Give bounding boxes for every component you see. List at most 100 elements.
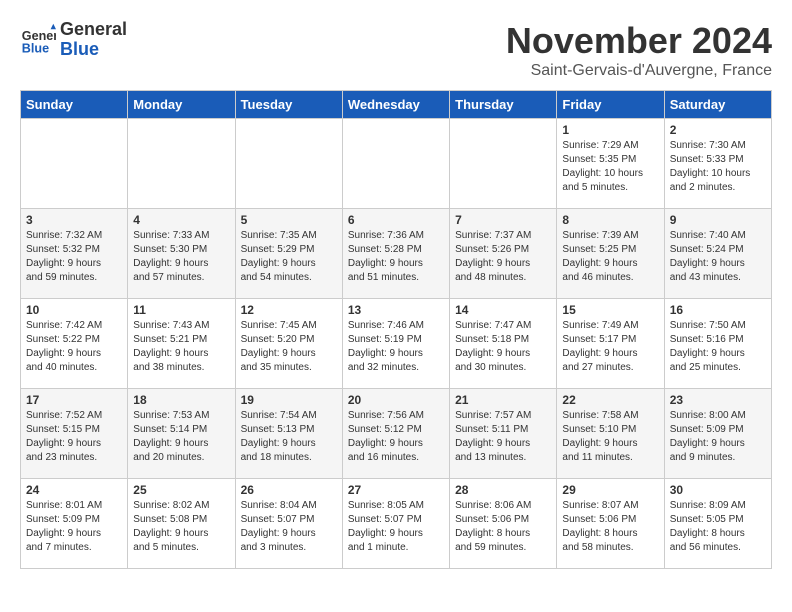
day-info: Sunrise: 7:36 AM Sunset: 5:28 PM Dayligh… [348,229,444,285]
page-header: General Blue General Blue November 2024 … [20,20,772,80]
day-number: 1 [562,123,658,137]
logo-line1: General [60,20,127,40]
calendar-cell: 11 Sunrise: 7:43 AM Sunset: 5:21 PM Dayli… [128,299,235,389]
calendar-table: SundayMondayTuesdayWednesdayThursdayFrid… [20,90,772,569]
day-number: 17 [26,393,122,407]
day-info: Sunrise: 7:33 AM Sunset: 5:30 PM Dayligh… [133,229,229,285]
calendar-cell: 12 Sunrise: 7:45 AM Sunset: 5:20 PM Dayli… [235,299,342,389]
calendar-week-row: 10 Sunrise: 7:42 AM Sunset: 5:22 PM Dayli… [21,299,772,389]
day-number: 19 [241,393,337,407]
day-number: 30 [670,483,766,497]
calendar-week-row: 17 Sunrise: 7:52 AM Sunset: 5:15 PM Dayli… [21,389,772,479]
day-info: Sunrise: 7:32 AM Sunset: 5:32 PM Dayligh… [26,229,122,285]
calendar-cell: 4 Sunrise: 7:33 AM Sunset: 5:30 PM Daylig… [128,209,235,299]
calendar-cell: 18 Sunrise: 7:53 AM Sunset: 5:14 PM Dayli… [128,389,235,479]
day-number: 8 [562,213,658,227]
calendar-cell: 16 Sunrise: 7:50 AM Sunset: 5:16 PM Dayli… [664,299,771,389]
calendar-cell: 30 Sunrise: 8:09 AM Sunset: 5:05 PM Dayli… [664,479,771,569]
calendar-cell: 15Sunrise: 7:49 AM Sunset: 5:17 PM Dayli… [557,299,664,389]
logo: General Blue General Blue [20,20,127,60]
calendar-week-row: 3Sunrise: 7:32 AM Sunset: 5:32 PM Daylig… [21,209,772,299]
calendar-cell: 6 Sunrise: 7:36 AM Sunset: 5:28 PM Daylig… [342,209,449,299]
calendar-cell: 13 Sunrise: 7:46 AM Sunset: 5:19 PM Dayli… [342,299,449,389]
day-number: 15 [562,303,658,317]
day-info: Sunrise: 8:05 AM Sunset: 5:07 PM Dayligh… [348,499,444,555]
weekday-header: Monday [128,91,235,119]
day-number: 26 [241,483,337,497]
day-number: 4 [133,213,229,227]
day-info: Sunrise: 8:02 AM Sunset: 5:08 PM Dayligh… [133,499,229,555]
day-info: Sunrise: 7:42 AM Sunset: 5:22 PM Dayligh… [26,319,122,375]
day-info: Sunrise: 7:43 AM Sunset: 5:21 PM Dayligh… [133,319,229,375]
logo-icon: General Blue [20,22,56,58]
calendar-cell: 27Sunrise: 8:05 AM Sunset: 5:07 PM Dayli… [342,479,449,569]
calendar-cell: 26 Sunrise: 8:04 AM Sunset: 5:07 PM Dayli… [235,479,342,569]
location-subtitle: Saint-Gervais-d'Auvergne, France [506,62,772,80]
day-number: 24 [26,483,122,497]
day-info: Sunrise: 7:39 AM Sunset: 5:25 PM Dayligh… [562,229,658,285]
day-number: 13 [348,303,444,317]
calendar-cell [450,119,557,209]
calendar-cell: 22 Sunrise: 7:58 AM Sunset: 5:10 PM Dayli… [557,389,664,479]
calendar-week-row: 24 Sunrise: 8:01 AM Sunset: 5:09 PM Dayli… [21,479,772,569]
calendar-cell: 9 Sunrise: 7:40 AM Sunset: 5:24 PM Daylig… [664,209,771,299]
day-info: Sunrise: 7:54 AM Sunset: 5:13 PM Dayligh… [241,409,337,465]
logo-line2: Blue [60,40,127,60]
calendar-cell [128,119,235,209]
calendar-cell [342,119,449,209]
calendar-cell: 29Sunrise: 8:07 AM Sunset: 5:06 PM Dayli… [557,479,664,569]
calendar-cell: 17 Sunrise: 7:52 AM Sunset: 5:15 PM Dayli… [21,389,128,479]
day-info: Sunrise: 7:50 AM Sunset: 5:16 PM Dayligh… [670,319,766,375]
day-number: 6 [348,213,444,227]
calendar-cell: 21 Sunrise: 7:57 AM Sunset: 5:11 PM Dayli… [450,389,557,479]
day-number: 12 [241,303,337,317]
calendar-cell: 20Sunrise: 7:56 AM Sunset: 5:12 PM Dayli… [342,389,449,479]
day-number: 7 [455,213,551,227]
day-number: 9 [670,213,766,227]
calendar-cell: 14 Sunrise: 7:47 AM Sunset: 5:18 PM Dayli… [450,299,557,389]
day-number: 23 [670,393,766,407]
day-info: Sunrise: 7:56 AM Sunset: 5:12 PM Dayligh… [348,409,444,465]
day-info: Sunrise: 7:45 AM Sunset: 5:20 PM Dayligh… [241,319,337,375]
calendar-cell: 2Sunrise: 7:30 AM Sunset: 5:33 PM Daylig… [664,119,771,209]
weekday-header: Tuesday [235,91,342,119]
weekday-header: Thursday [450,91,557,119]
calendar-cell [21,119,128,209]
svg-text:Blue: Blue [22,41,49,55]
day-info: Sunrise: 7:46 AM Sunset: 5:19 PM Dayligh… [348,319,444,375]
day-info: Sunrise: 8:04 AM Sunset: 5:07 PM Dayligh… [241,499,337,555]
day-number: 14 [455,303,551,317]
day-info: Sunrise: 8:07 AM Sunset: 5:06 PM Dayligh… [562,499,658,555]
calendar-cell: 10 Sunrise: 7:42 AM Sunset: 5:22 PM Dayli… [21,299,128,389]
weekday-header: Friday [557,91,664,119]
day-info: Sunrise: 7:40 AM Sunset: 5:24 PM Dayligh… [670,229,766,285]
day-number: 22 [562,393,658,407]
calendar-cell: 3Sunrise: 7:32 AM Sunset: 5:32 PM Daylig… [21,209,128,299]
day-info: Sunrise: 7:57 AM Sunset: 5:11 PM Dayligh… [455,409,551,465]
day-number: 10 [26,303,122,317]
day-info: Sunrise: 7:53 AM Sunset: 5:14 PM Dayligh… [133,409,229,465]
day-number: 18 [133,393,229,407]
day-info: Sunrise: 7:47 AM Sunset: 5:18 PM Dayligh… [455,319,551,375]
logo-text: General Blue [60,20,127,60]
day-info: Sunrise: 7:58 AM Sunset: 5:10 PM Dayligh… [562,409,658,465]
calendar-cell: 8 Sunrise: 7:39 AM Sunset: 5:25 PM Daylig… [557,209,664,299]
day-info: Sunrise: 8:09 AM Sunset: 5:05 PM Dayligh… [670,499,766,555]
title-area: November 2024 Saint-Gervais-d'Auvergne, … [506,20,772,80]
day-number: 21 [455,393,551,407]
calendar-cell [235,119,342,209]
calendar-cell: 25Sunrise: 8:02 AM Sunset: 5:08 PM Dayli… [128,479,235,569]
day-number: 16 [670,303,766,317]
day-info: Sunrise: 8:01 AM Sunset: 5:09 PM Dayligh… [26,499,122,555]
day-info: Sunrise: 8:06 AM Sunset: 5:06 PM Dayligh… [455,499,551,555]
calendar-week-row: 1Sunrise: 7:29 AM Sunset: 5:35 PM Daylig… [21,119,772,209]
weekday-header: Sunday [21,91,128,119]
day-info: Sunrise: 7:52 AM Sunset: 5:15 PM Dayligh… [26,409,122,465]
day-info: Sunrise: 7:35 AM Sunset: 5:29 PM Dayligh… [241,229,337,285]
day-info: Sunrise: 8:00 AM Sunset: 5:09 PM Dayligh… [670,409,766,465]
day-number: 11 [133,303,229,317]
calendar-cell: 24 Sunrise: 8:01 AM Sunset: 5:09 PM Dayli… [21,479,128,569]
calendar-cell: 23 Sunrise: 8:00 AM Sunset: 5:09 PM Dayli… [664,389,771,479]
weekday-header: Wednesday [342,91,449,119]
calendar-header-row: SundayMondayTuesdayWednesdayThursdayFrid… [21,91,772,119]
